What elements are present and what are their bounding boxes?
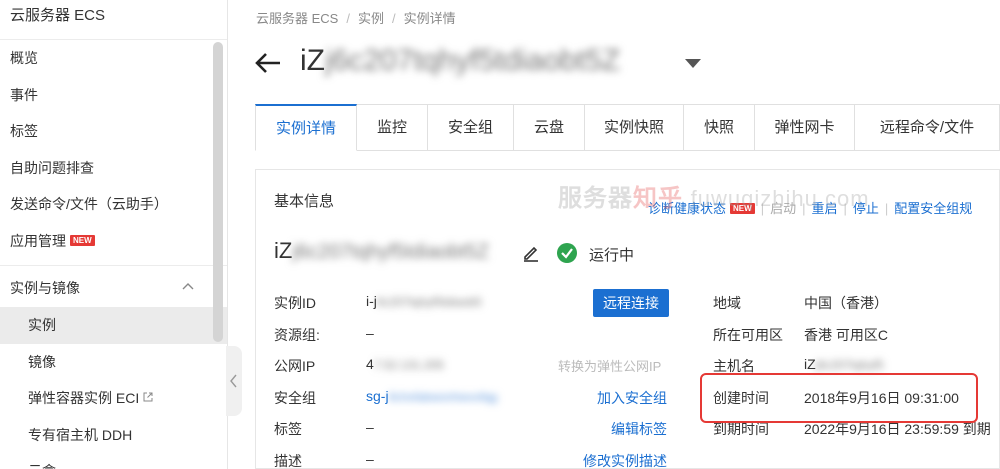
sidebar-group-label: 实例与镜像 (10, 280, 80, 296)
remote-connect-button[interactable]: 远程连接 (593, 289, 669, 317)
sidebar-scrollbar[interactable] (213, 42, 223, 342)
instance-id-prefix: i-j (366, 293, 377, 309)
caret-down-icon[interactable] (684, 58, 702, 70)
sidebar-item-label: 发送命令/文件（云助手） (10, 196, 168, 212)
main-content: 云服务器 ECS / 实例 / 实例详情 iZj6c207tqhyf5tdiaobt5Z… (228, 0, 1000, 469)
edit-pencil-icon[interactable] (522, 244, 540, 262)
watermark: 服务器知乎 fuwuqizhihu.com (558, 178, 870, 213)
watermark-part2: 知乎 (633, 185, 683, 212)
sidebar-item-label: 弹性容器实例 ECI (28, 390, 140, 406)
config-security-group-link[interactable]: 配置安全组规 (894, 201, 972, 216)
instance-name: iZj6c207tqhyf5tdiaobt5Z (274, 238, 489, 264)
sidebar-item-overview[interactable]: 概览 (0, 40, 227, 77)
sidebar-item-label: 概览 (10, 50, 38, 66)
card-title: 基本信息 (274, 193, 335, 210)
status-text: 运行中 (589, 247, 635, 264)
sidebar-item-images[interactable]: 镜像 (0, 344, 227, 381)
sidebar-item-instances[interactable]: 实例 (0, 307, 227, 344)
edit-tags-link[interactable]: 编辑标签 (611, 419, 667, 439)
instance-id-value: i-j6c207tqhyf5tdiaob5 (366, 293, 482, 309)
resource-group-value: – (366, 325, 374, 341)
hostname-prefix: iZ (804, 356, 816, 372)
tags-label: 标签 (274, 421, 302, 437)
tags-value: – (366, 419, 374, 435)
watermark-part1: 服务器 (558, 185, 633, 212)
sidebar: 云服务器 ECS 概览 事件 标签 自助问题排查 发送命令/文件（云助手） 应用… (0, 0, 228, 469)
external-link-icon (143, 392, 153, 402)
tab-instance-snapshot[interactable]: 实例快照 (585, 104, 684, 151)
breadcrumb-instances[interactable]: 实例 (358, 11, 384, 26)
resource-group-label: 资源组: (274, 327, 320, 343)
public-ip-value: 47.52.131.205 (366, 356, 444, 372)
hostname-value: iZj6c207tqhyf5 (804, 356, 884, 372)
tab-disk[interactable]: 云盘 (514, 104, 585, 151)
status-running-icon (557, 243, 577, 263)
tab-instance-detail[interactable]: 实例详情 (255, 104, 357, 151)
sidebar-item-troubleshoot[interactable]: 自助问题排查 (0, 150, 227, 187)
sidebar-item-label: 专有宿主机 DDH (28, 426, 133, 443)
zone-value: 香港 可用区C (804, 327, 888, 343)
sidebar-item-cloudbox[interactable]: 云盒 (0, 453, 227, 469)
tab-security-group[interactable]: 安全组 (428, 104, 514, 151)
convert-eip-link[interactable]: 转换为弹性公网IP (558, 356, 661, 375)
sidebar-group-instances-images[interactable]: 实例与镜像 (0, 265, 227, 307)
tab-eni[interactable]: 弹性网卡 (755, 104, 855, 151)
sidebar-item-label: 实例 (28, 317, 56, 333)
security-group-blurred: 6chxfabwonhwvofqg (388, 390, 498, 404)
security-group-prefix: sg-j (366, 388, 389, 404)
public-ip-label: 公网IP (274, 358, 316, 374)
sidebar-item-tags[interactable]: 标签 (0, 113, 227, 150)
tab-remote-command[interactable]: 远程命令/文件 (855, 104, 1000, 151)
sidebar-item-cloud-assistant[interactable]: 发送命令/文件（云助手） (0, 186, 227, 223)
edit-description-link[interactable]: 修改实例描述 (583, 451, 667, 469)
sidebar-item-label: 自助问题排查 (10, 159, 94, 176)
security-group-value[interactable]: sg-j6chxfabwonhwvofqg (366, 388, 497, 404)
security-group-label: 安全组 (274, 390, 316, 406)
zone-label: 所在可用区 (713, 327, 783, 343)
hostname-blurred: j6c207tqhyf5 (815, 358, 884, 372)
region-label: 地域 (713, 295, 741, 311)
tab-snapshot[interactable]: 快照 (684, 104, 755, 151)
sidebar-item-label: 镜像 (28, 353, 56, 370)
highlight-annotation-box (700, 373, 978, 423)
basic-info-card: 基本信息 诊断健康状态 NEW | 启动 | 重启 | 停止 | 配置安全组规 iZj6c207t… (255, 169, 1000, 469)
sidebar-item-label: 应用管理 (10, 232, 66, 249)
public-ip-prefix: 4 (366, 356, 374, 372)
sidebar-item-events[interactable]: 事件 (0, 77, 227, 114)
instance-title-prefix: iZ (300, 44, 325, 77)
watermark-url: fuwuqizhihu.com (690, 186, 870, 211)
new-badge: NEW (70, 235, 95, 247)
description-value: – (366, 451, 374, 467)
instance-title: iZj6c207tqhyf5tdiaobt5Z (300, 44, 620, 78)
instance-id-label: 实例ID (274, 295, 316, 311)
sidebar-item-ddh[interactable]: 专有宿主机 DDH (0, 417, 227, 454)
sidebar-item-label: 云盒 (28, 463, 56, 469)
instance-name-blurred: j6c207tqhyf5tdiaobt5Z (292, 241, 490, 263)
sidebar-item-eci[interactable]: 弹性容器实例 ECI (0, 380, 227, 417)
instance-id-blurred: 6c207tqhyf5tdiaob5 (376, 295, 482, 309)
instance-name-prefix: iZ (274, 238, 293, 263)
breadcrumb-detail: 实例详情 (403, 11, 456, 26)
chevron-up-icon (182, 283, 194, 290)
join-security-group-link[interactable]: 加入安全组 (597, 388, 667, 408)
detail-tabs: 实例详情 监控 安全组 云盘 实例快照 快照 弹性网卡 远程命令/文件 (255, 104, 1000, 151)
sidebar-item-label: 事件 (10, 86, 38, 103)
sidebar-title: 云服务器 ECS (0, 0, 227, 40)
sidebar-item-label: 标签 (10, 123, 38, 139)
instance-title-blurred: j6c207tqhyf5tdiaobt5Z (325, 44, 621, 77)
back-arrow-icon[interactable] (254, 51, 282, 75)
breadcrumb-ecs[interactable]: 云服务器 ECS (256, 11, 338, 26)
sidebar-item-app-management[interactable]: 应用管理 NEW (0, 223, 227, 260)
region-value: 中国（香港） (804, 295, 888, 311)
breadcrumb: 云服务器 ECS / 实例 / 实例详情 (256, 11, 456, 26)
public-ip-blurred: 7.52.131.205 (373, 358, 444, 372)
tab-monitoring[interactable]: 监控 (357, 104, 428, 151)
description-label: 描述 (274, 453, 302, 469)
